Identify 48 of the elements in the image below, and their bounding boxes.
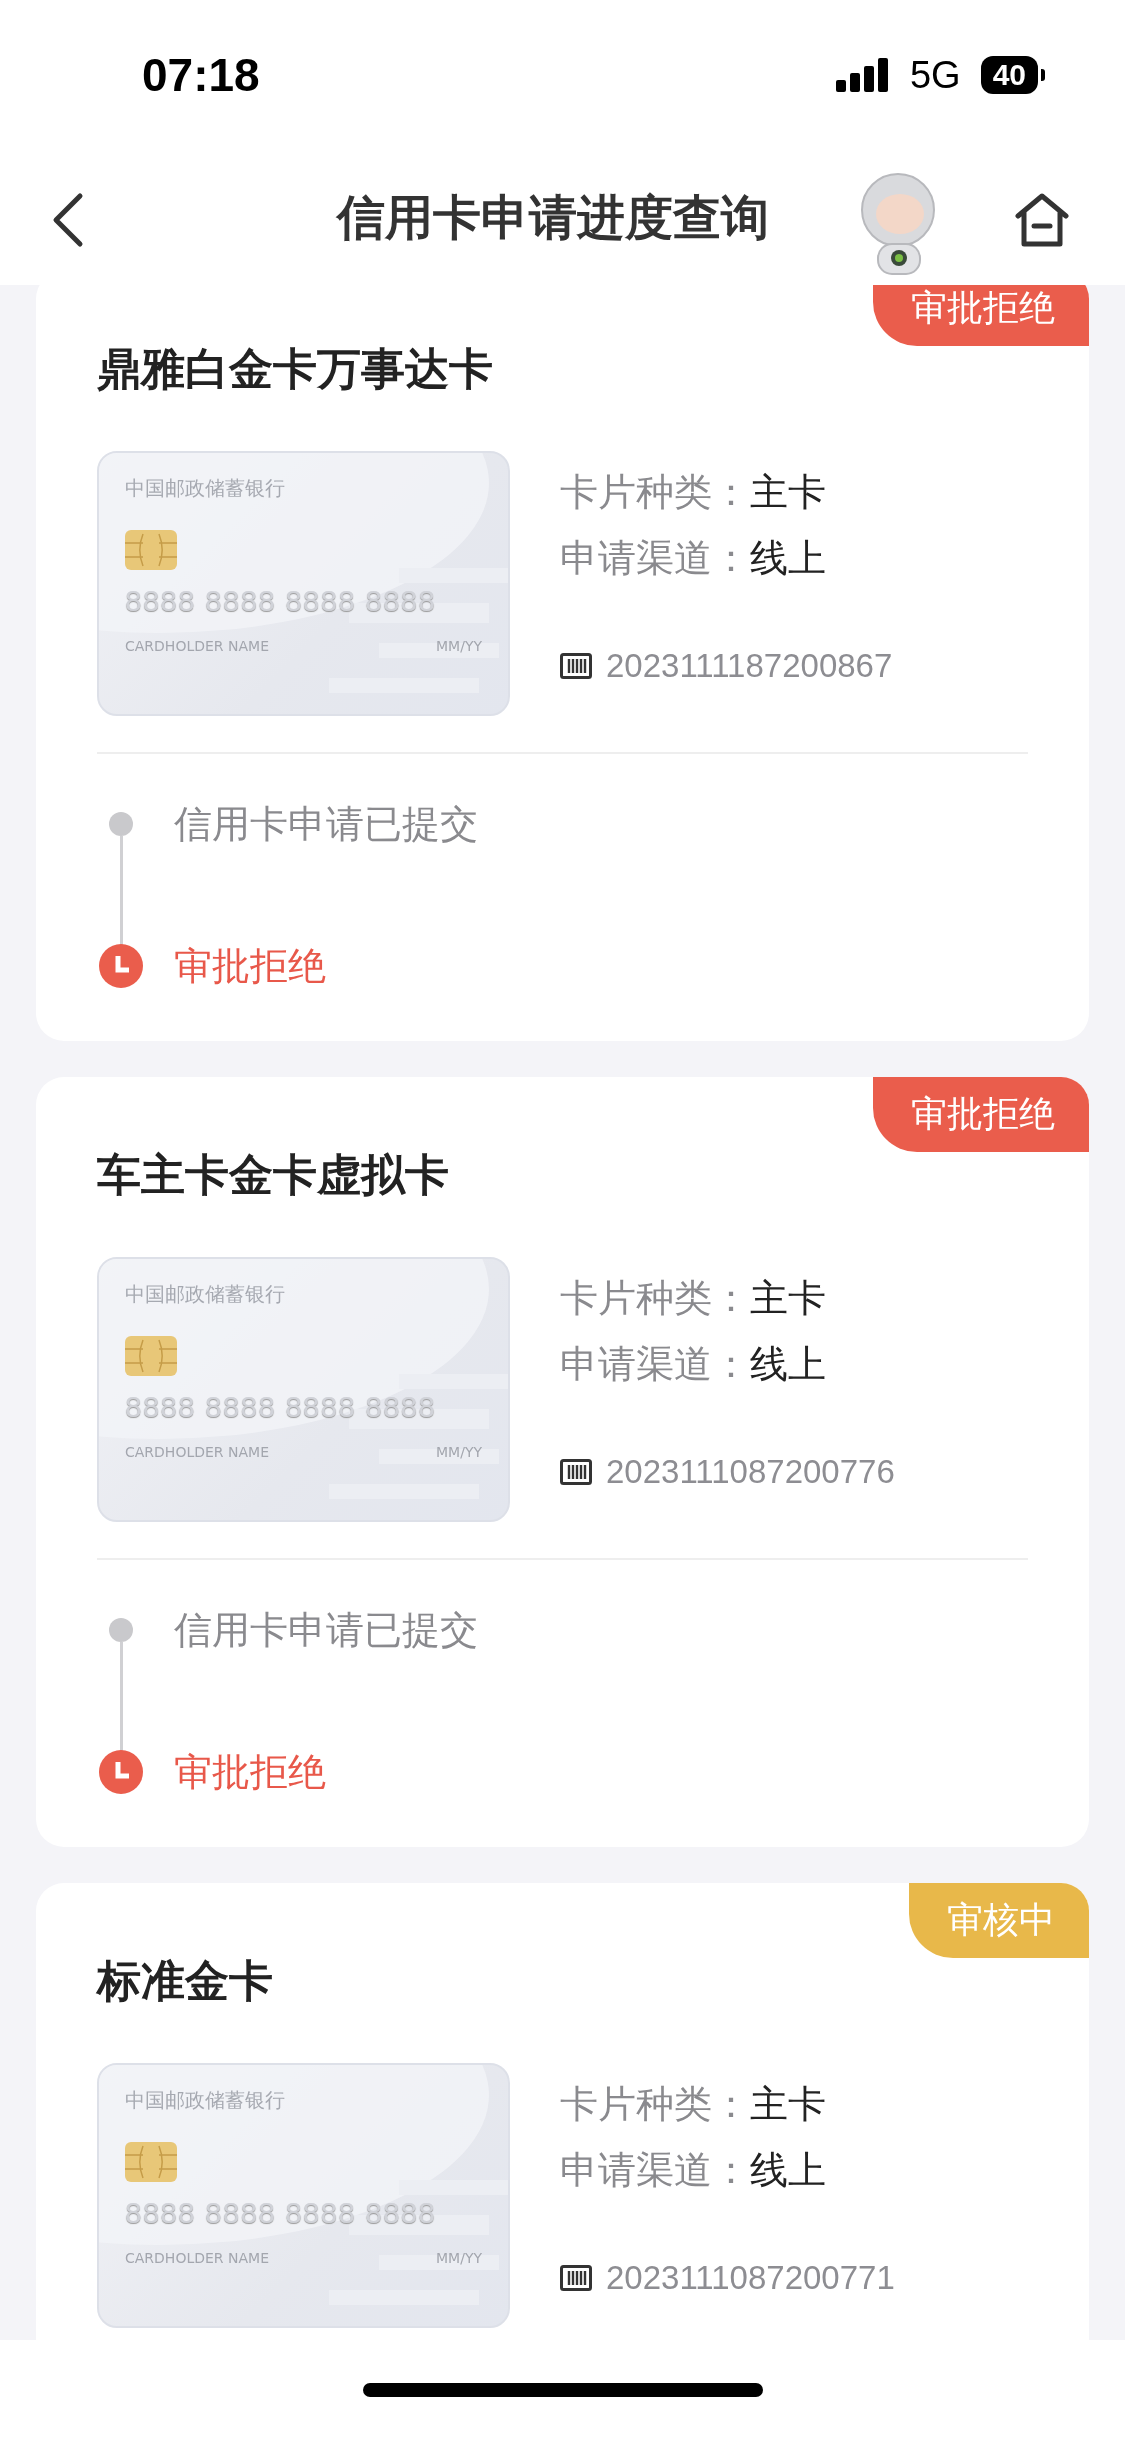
expiry-label: MM/YY xyxy=(436,1444,482,1460)
expiry-label: MM/YY xyxy=(436,638,482,654)
status-badge: 审批拒绝 xyxy=(873,285,1089,346)
step-label: 信用卡申请已提交 xyxy=(174,1606,478,1654)
info-label: 卡片种类： xyxy=(560,469,750,516)
cardholder-label: CARDHOLDER NAME xyxy=(125,2250,269,2266)
step-label: 审批拒绝 xyxy=(174,942,326,990)
status-badge: 审批拒绝 xyxy=(873,1077,1089,1152)
barcode-icon xyxy=(560,2265,592,2291)
info-value: 线上 xyxy=(750,535,826,582)
info-value: 主卡 xyxy=(750,469,826,516)
info-value: 主卡 xyxy=(750,1275,826,1322)
chip-icon xyxy=(125,2142,177,2182)
step-label: 审批拒绝 xyxy=(174,1748,326,1796)
card-number: 8888 8888 8888 8888 xyxy=(125,584,437,618)
bank-name: 中国邮政储蓄银行 xyxy=(125,475,286,502)
info-label: 申请渠道： xyxy=(560,2147,750,2194)
cardholder-label: CARDHOLDER NAME xyxy=(125,638,269,654)
application-number: 2023111187200867 xyxy=(606,647,893,685)
info-label: 卡片种类： xyxy=(560,1275,750,1322)
battery-level: 40 xyxy=(980,56,1038,94)
info-label: 申请渠道： xyxy=(560,535,750,582)
card-number: 8888 8888 8888 8888 xyxy=(125,1390,437,1424)
info-label: 卡片种类： xyxy=(560,2081,750,2128)
barcode-icon xyxy=(560,653,592,679)
step-label: 信用卡申请已提交 xyxy=(174,800,478,848)
network-label: 5G xyxy=(909,53,961,97)
info-label: 申请渠道： xyxy=(560,1341,750,1388)
bank-name: 中国邮政储蓄银行 xyxy=(125,1281,286,1308)
card-name: 鼎雅白金卡万事达卡 xyxy=(97,343,494,395)
page-title: 信用卡申请进度查询 xyxy=(336,187,769,247)
status-time: 07:18 xyxy=(142,48,260,102)
bank-name: 中国邮政储蓄银行 xyxy=(125,2087,286,2114)
card-name: 车主卡金卡虚拟卡 xyxy=(97,1149,450,1201)
application-number: 2023111087200776 xyxy=(606,1453,895,1491)
cardholder-label: CARDHOLDER NAME xyxy=(125,1444,269,1460)
barcode-icon xyxy=(560,1459,592,1485)
chip-icon xyxy=(125,530,177,570)
info-value: 主卡 xyxy=(750,2081,826,2128)
info-value: 线上 xyxy=(750,2147,826,2194)
signal-icon xyxy=(835,58,890,92)
chip-icon xyxy=(125,1336,177,1376)
info-value: 线上 xyxy=(750,1341,826,1388)
expiry-label: MM/YY xyxy=(436,2250,482,2266)
status-badge: 审核中 xyxy=(909,1883,1089,1958)
card-number: 8888 8888 8888 8888 xyxy=(125,2196,437,2230)
card-name: 标准金卡 xyxy=(97,1955,274,2007)
application-number: 2023111087200771 xyxy=(606,2259,895,2297)
